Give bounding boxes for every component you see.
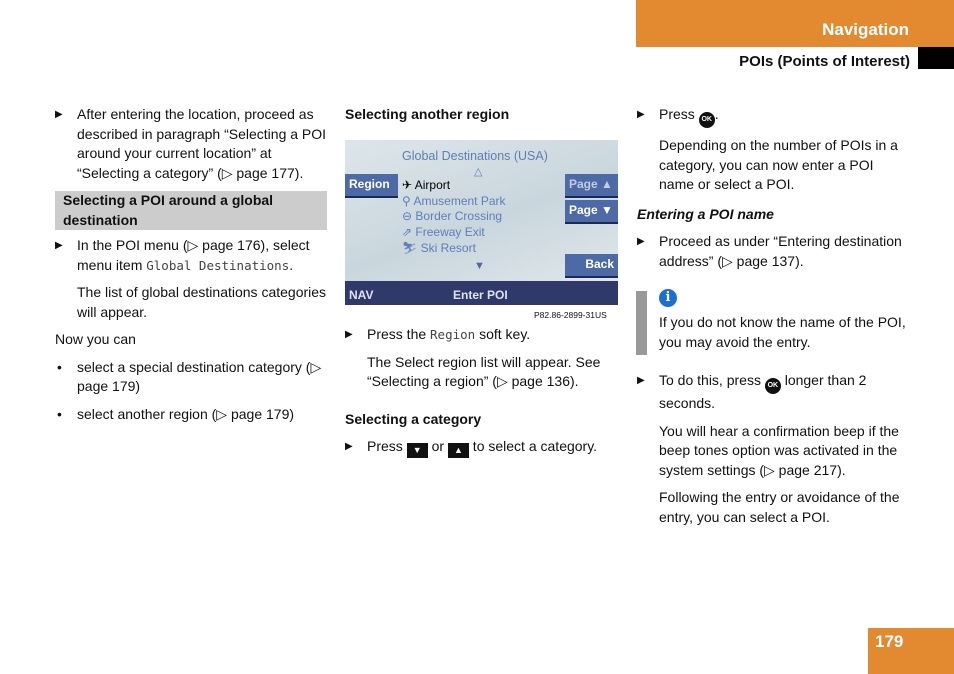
column-1: ▶ After entering the location, proceed as… bbox=[55, 105, 327, 432]
section-heading: Selecting a POI around a global destinat… bbox=[55, 191, 327, 230]
page-down-softkey[interactable]: Page ▼ bbox=[565, 200, 618, 224]
text: Press the bbox=[367, 326, 431, 342]
list-item[interactable]: ⊖ Border Crossing bbox=[402, 209, 506, 225]
label: Border Crossing bbox=[415, 209, 503, 224]
arrow-icon: ▶ bbox=[637, 236, 645, 247]
text: select another region (▷ page 179) bbox=[77, 405, 295, 422]
nav-screen: Global Destinations (USA) △ Region Page … bbox=[345, 140, 618, 305]
heading: Selecting a category bbox=[345, 410, 482, 427]
column-2: ▶ Press the Region soft key. The Select r… bbox=[345, 325, 620, 466]
column-3-lower: ▶ To do this, press OK longer than 2 seco… bbox=[637, 371, 912, 535]
text: . bbox=[289, 256, 294, 273]
region-softkey[interactable]: Region bbox=[345, 174, 398, 198]
figure-caption: P82.86-2899-31US bbox=[534, 310, 607, 320]
step: ▶ In the POI menu (▷ page 176), select me… bbox=[55, 236, 327, 275]
list-item[interactable]: ✈ Airport bbox=[402, 178, 506, 194]
arrow-icon: ▶ bbox=[345, 329, 353, 340]
down-key-icon: ▼ bbox=[406, 443, 428, 458]
screen-status-bar: NAV Enter POI bbox=[345, 281, 618, 305]
bullet-icon: • bbox=[57, 358, 62, 375]
subsection-title: POIs (Points of Interest) bbox=[739, 53, 910, 70]
arrow-icon: ▶ bbox=[637, 375, 645, 386]
softkey-code: Region bbox=[430, 327, 476, 342]
enter-poi-label: Enter POI bbox=[453, 288, 508, 302]
scroll-down-icon: ▼ bbox=[474, 260, 485, 272]
arrow-icon: ▶ bbox=[55, 109, 63, 120]
paragraph: You will hear a confirmation beep if the… bbox=[659, 422, 899, 478]
step: ▶ To do this, press OK longer than 2 seco… bbox=[637, 371, 912, 414]
label: Amusement Park bbox=[413, 193, 506, 208]
bullet-icon: • bbox=[57, 405, 62, 422]
ok-button-icon: OK bbox=[698, 112, 715, 128]
text: . bbox=[714, 106, 719, 122]
column-3: ▶ Press OK. Depending on the number of PO… bbox=[637, 105, 912, 279]
label: Airport bbox=[414, 178, 451, 192]
arrow-icon: ▶ bbox=[637, 109, 645, 120]
back-softkey[interactable]: Back bbox=[565, 254, 618, 278]
paragraph: Now you can bbox=[55, 331, 136, 347]
step: ▶ After entering the location, proceed as… bbox=[55, 105, 327, 183]
poi-category-list: ✈ Airport ⚲ Amusement Park ⊖ Border Cros… bbox=[402, 178, 506, 257]
menu-item-code: Global Destinations bbox=[146, 257, 290, 273]
amusement-park-icon: ⚲ bbox=[402, 193, 411, 208]
list-item[interactable]: ⛷ Ski Resort bbox=[402, 241, 506, 257]
text: Proceed as under “Entering destination a… bbox=[659, 233, 902, 269]
arrow-icon: ▶ bbox=[345, 441, 353, 452]
up-key-icon: ▲ bbox=[447, 443, 469, 458]
info-icon: i bbox=[659, 289, 677, 307]
page-up-softkey[interactable]: Page ▲ bbox=[565, 174, 618, 198]
text: or bbox=[427, 438, 448, 454]
freeway-exit-icon: ⇗ bbox=[402, 225, 413, 240]
step: ▶ Press the Region soft key. bbox=[345, 325, 620, 345]
paragraph: The list of global destinations categori… bbox=[77, 284, 327, 320]
page-number: 179 bbox=[868, 628, 954, 674]
airport-icon: ✈ bbox=[402, 178, 413, 192]
text: select a special destination category (▷… bbox=[77, 358, 322, 395]
header-marker bbox=[918, 47, 954, 69]
section-header: Navigation bbox=[636, 0, 954, 47]
border-crossing-icon: ⊖ bbox=[402, 209, 413, 224]
list-item[interactable]: ⚲ Amusement Park bbox=[402, 194, 506, 210]
info-text: If you do not know the name of the POI, … bbox=[659, 314, 906, 350]
list-item[interactable]: ⇗ Freeway Exit bbox=[402, 225, 506, 241]
text: Press bbox=[367, 438, 407, 454]
step: ▶ Press OK. bbox=[637, 105, 912, 128]
step: ▶ Proceed as under “Entering destination … bbox=[637, 232, 912, 271]
label: Freeway Exit bbox=[415, 225, 485, 240]
bullet-item: • select another region (▷ page 179) bbox=[55, 405, 327, 425]
ski-resort-icon: ⛷ bbox=[402, 240, 418, 255]
text: Press bbox=[659, 106, 699, 122]
label: Ski Resort bbox=[420, 240, 476, 255]
paragraph: The Select region list will appear. See … bbox=[367, 353, 601, 390]
paragraph: Depending on the number of POIs in a cat… bbox=[659, 137, 898, 192]
nav-label: NAV bbox=[349, 288, 374, 302]
step: ▶ Press ▼ or ▲ to select a category. bbox=[345, 437, 620, 458]
info-bar bbox=[636, 291, 647, 355]
bullet-item: • select a special destination category (… bbox=[55, 358, 327, 397]
ok-button-icon: OK bbox=[764, 378, 781, 394]
arrow-icon: ▶ bbox=[55, 240, 63, 251]
heading-text: Selecting another region bbox=[345, 106, 510, 122]
text: soft key. bbox=[475, 326, 531, 342]
text: to select a category. bbox=[468, 438, 598, 454]
heading: Entering a POI name bbox=[637, 205, 774, 222]
text: After entering the location, proceed as … bbox=[77, 106, 327, 181]
text: To do this, press bbox=[659, 372, 765, 388]
paragraph: Following the entry or avoidance of the … bbox=[659, 489, 900, 525]
heading: Selecting another region bbox=[345, 105, 509, 133]
